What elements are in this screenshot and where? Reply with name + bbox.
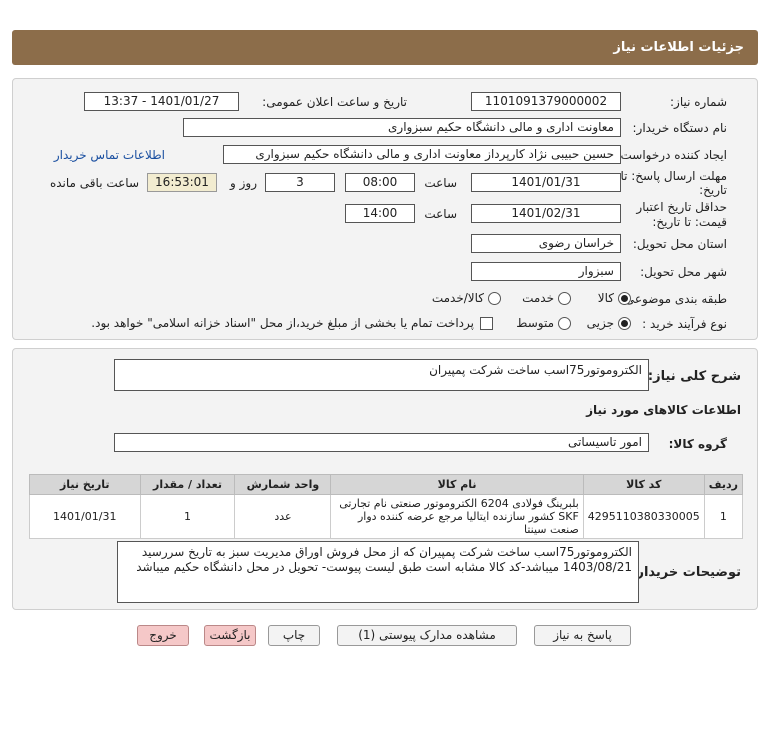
goods-info-title: اطلاعات کالاهای مورد نیاز — [586, 403, 741, 417]
col-date: تاریخ نیاز — [29, 474, 141, 495]
requester-label: ایجاد کننده درخواست: — [616, 148, 727, 162]
category-radio-service[interactable] — [558, 292, 571, 305]
validity-label-1: حداقل تاریخ اعتبار — [636, 200, 727, 214]
col-unit: واحد شمارش — [234, 474, 332, 495]
col-name: نام کالا — [330, 474, 584, 495]
deadline-date-field: 1401/01/31 — [471, 173, 621, 192]
print-button[interactable]: چاپ — [268, 625, 320, 646]
remaining-time-field: 16:53:01 — [147, 173, 217, 192]
province-field: خراسان رضوی — [471, 234, 621, 253]
page-title: جزئیات اطلاعات نیاز — [613, 40, 744, 55]
cell-qty: 1 — [139, 494, 236, 539]
page-header: جزئیات اطلاعات نیاز — [12, 30, 758, 65]
category-radio-goods[interactable] — [618, 292, 631, 305]
category-goods-service-label: کالا/خدمت — [431, 291, 484, 305]
cell-date: 1401/01/31 — [29, 494, 141, 539]
cell-row: 1 — [703, 494, 744, 539]
deadline-label-1: مهلت ارسال پاسخ: تا — [620, 169, 727, 183]
purchase-radio-medium[interactable] — [558, 317, 571, 330]
col-qty: تعداد / مقدار — [139, 474, 236, 495]
buyer-notes-label: توضیحات خریدار: — [631, 565, 741, 580]
attachments-button[interactable]: مشاهده مدارک پیوستی (1) — [337, 625, 517, 646]
days-label: روز و — [230, 176, 257, 190]
category-label: طبقه بندی موضوعی: — [620, 292, 727, 306]
buyer-contact-link[interactable]: اطلاعات تماس خریدار — [54, 148, 165, 162]
buyer-org-label: نام دستگاه خریدار: — [632, 121, 728, 135]
deadline-time-label: ساعت — [424, 176, 457, 190]
purchase-type-label: نوع فرآیند خرید : — [642, 317, 727, 331]
cell-unit: عدد — [234, 494, 332, 539]
purchase-minor-label: جزیی — [586, 316, 614, 330]
exit-button[interactable]: خروج — [137, 625, 189, 646]
cell-name: بلبرینگ فولادی 6204 الکتروموتور صنعتی نا… — [330, 494, 584, 539]
goods-group-field: امور تاسیساتی — [114, 433, 649, 452]
goods-table-header: ردیف کد کالا نام کالا واحد شمارش تعداد /… — [29, 474, 744, 495]
summary-label: شرح کلی نیاز: — [647, 369, 741, 384]
buyer-org-field: معاونت اداری و مالی دانشگاه حکیم سبزواری — [183, 118, 621, 137]
deadline-label-2: تاریخ: — [699, 183, 727, 197]
cell-code: 4295110380330005 — [582, 494, 705, 539]
reply-button[interactable]: پاسخ به نیاز — [534, 625, 631, 646]
treasury-payment-checkbox[interactable] — [480, 317, 493, 330]
col-code: کد کالا — [582, 474, 705, 495]
deadline-time-field: 08:00 — [345, 173, 415, 192]
purchase-radio-minor[interactable] — [618, 317, 631, 330]
category-goods-label: کالا — [597, 291, 614, 305]
goods-table: ردیف کد کالا نام کالا واحد شمارش تعداد /… — [29, 474, 744, 539]
validity-time-label: ساعت — [424, 207, 457, 221]
goods-group-label: گروه کالا: — [668, 437, 727, 451]
validity-label-2: قیمت: تا تاریخ: — [652, 215, 727, 229]
col-row: ردیف — [703, 474, 744, 495]
treasury-payment-note: پرداخت تمام یا بخشی از مبلغ خرید،از محل … — [91, 316, 474, 330]
table-row: 1 4295110380330005 بلبرینگ فولادی 6204 ا… — [29, 494, 744, 539]
category-service-label: خدمت — [522, 291, 554, 305]
announce-field: 1401/01/27 - 13:37 — [84, 92, 239, 111]
validity-time-field: 14:00 — [345, 204, 415, 223]
category-radio-goods-service[interactable] — [488, 292, 501, 305]
validity-date-field: 1401/02/31 — [471, 204, 621, 223]
province-label: استان محل تحویل: — [632, 237, 727, 251]
goods-panel: شرح کلی نیاز: الکتروموتور75اسب ساخت شرکت… — [12, 348, 758, 610]
purchase-medium-label: متوسط — [516, 316, 554, 330]
city-field: سبزوار — [471, 262, 621, 281]
requester-field: حسین حبیبی نژاد کارپرداز معاونت اداری و … — [223, 145, 621, 164]
city-label: شهر محل تحویل: — [640, 265, 727, 279]
need-details-panel: شماره نیاز: 1101091379000002 تاریخ و ساع… — [12, 78, 758, 340]
back-button[interactable]: بازگشت — [204, 625, 256, 646]
remaining-label: ساعت باقی مانده — [49, 176, 139, 190]
summary-field: الکتروموتور75اسب ساخت شرکت پمپیران — [114, 359, 649, 391]
need-number-field: 1101091379000002 — [471, 92, 621, 111]
announce-label: تاریخ و ساعت اعلان عمومی: — [262, 95, 407, 109]
buyer-notes-field: الکتروموتور75اسب ساخت شرکت پمپیران که از… — [117, 541, 639, 603]
days-remaining-field: 3 — [265, 173, 335, 192]
need-number-label: شماره نیاز: — [670, 95, 727, 109]
